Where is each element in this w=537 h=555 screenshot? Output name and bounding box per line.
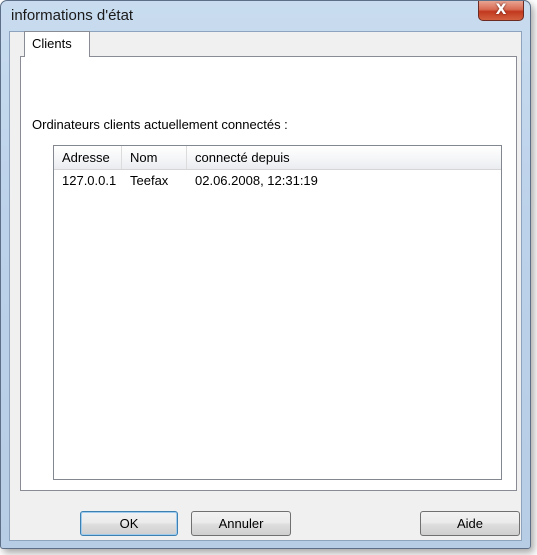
window-title: informations d'état [11, 7, 134, 24]
connected-clients-label: Ordinateurs clients actuellement connect… [32, 117, 288, 132]
list-header: Adresse Nom connecté depuis [54, 146, 501, 170]
clients-list[interactable]: Adresse Nom connecté depuis 127.0.0.1 Te… [53, 145, 502, 480]
column-header-address[interactable]: Adresse [54, 146, 122, 169]
cell-name: Teefax [130, 173, 169, 188]
tab-clients[interactable]: Clients [24, 31, 90, 57]
column-header-connected-since[interactable]: connecté depuis [187, 146, 502, 169]
help-button[interactable]: Aide [420, 511, 520, 536]
cell-address: 127.0.0.1 [62, 173, 117, 188]
close-icon: X [495, 2, 507, 18]
column-header-name[interactable]: Nom [122, 146, 187, 169]
cancel-button[interactable]: Annuler [191, 511, 291, 536]
cell-connected-since: 02.06.2008, 12:31:19 [195, 173, 318, 188]
tab-clients-label: Clients [32, 36, 72, 51]
title-bar[interactable]: informations d'état X [1, 1, 530, 29]
ok-button[interactable]: OK [80, 511, 178, 536]
list-item[interactable]: 127.0.0.1 Teefax 02.06.2008, 12:31:19 [54, 170, 501, 192]
close-button[interactable]: X [478, 1, 524, 21]
